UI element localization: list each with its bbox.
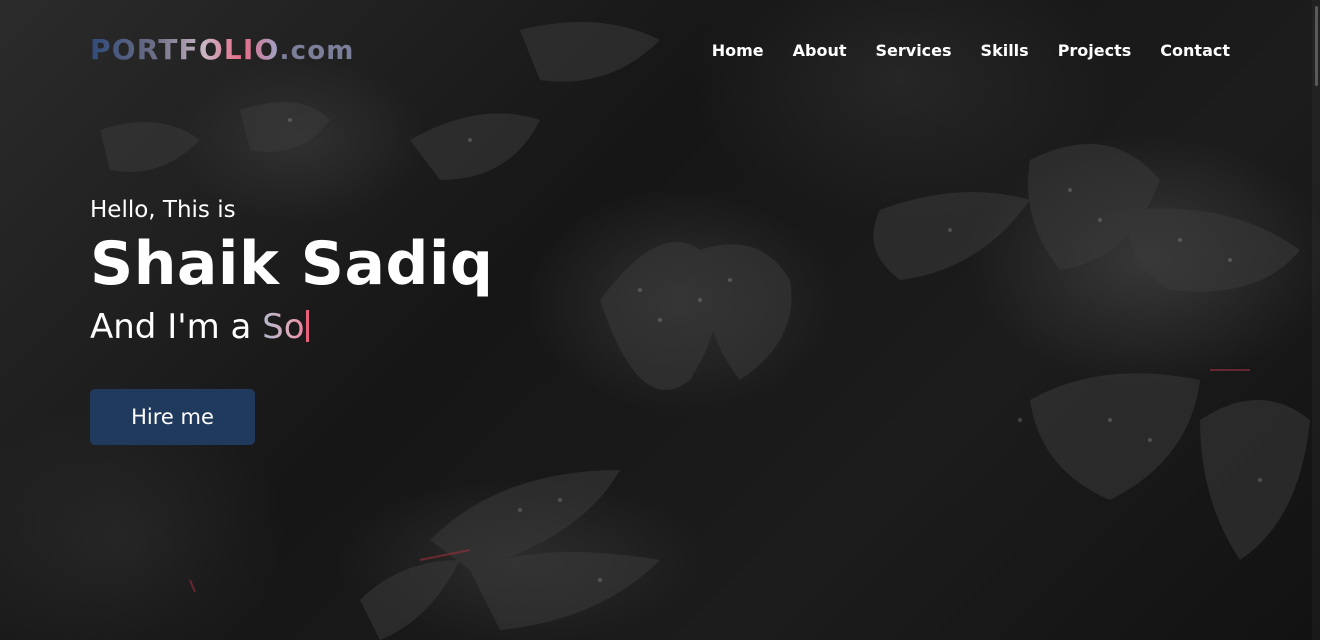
nav-menu: Home About Services Skills Projects Cont… <box>712 41 1230 60</box>
nav-link-projects[interactable]: Projects <box>1058 41 1132 60</box>
nav-item-about: About <box>793 41 847 60</box>
hero-role-typed: So <box>262 307 305 347</box>
nav-link-skills[interactable]: Skills <box>981 41 1029 60</box>
logo-text: PORTFOLIO <box>90 33 280 66</box>
logo-link[interactable]: PORTFOLIO.com <box>90 33 355 66</box>
hero-greeting: Hello, This is <box>90 197 236 223</box>
nav-item-skills: Skills <box>981 41 1029 60</box>
navbar: PORTFOLIO.com Home About Services Skills… <box>0 0 1320 104</box>
nav-item-projects: Projects <box>1058 41 1132 60</box>
nav-link-about[interactable]: About <box>793 41 847 60</box>
hero-role-prefix: And I'm a <box>90 307 263 347</box>
hero-name: Shaik Sadiq <box>90 229 494 299</box>
hero-role-line: And I'm a So <box>90 305 493 349</box>
nav-link-home[interactable]: Home <box>712 41 764 60</box>
hero-content: Hello, This is Shaik Sadiq And I'm a So <box>90 195 493 349</box>
nav-link-contact[interactable]: Contact <box>1160 41 1230 60</box>
nav-link-services[interactable]: Services <box>876 41 952 60</box>
nav-item-home: Home <box>712 41 764 60</box>
logo-suffix: .com <box>279 36 355 66</box>
nav-item-services: Services <box>876 41 952 60</box>
nav-item-contact: Contact <box>1160 41 1230 60</box>
typing-cursor <box>305 310 309 342</box>
hire-me-button[interactable]: Hire me <box>90 389 255 445</box>
